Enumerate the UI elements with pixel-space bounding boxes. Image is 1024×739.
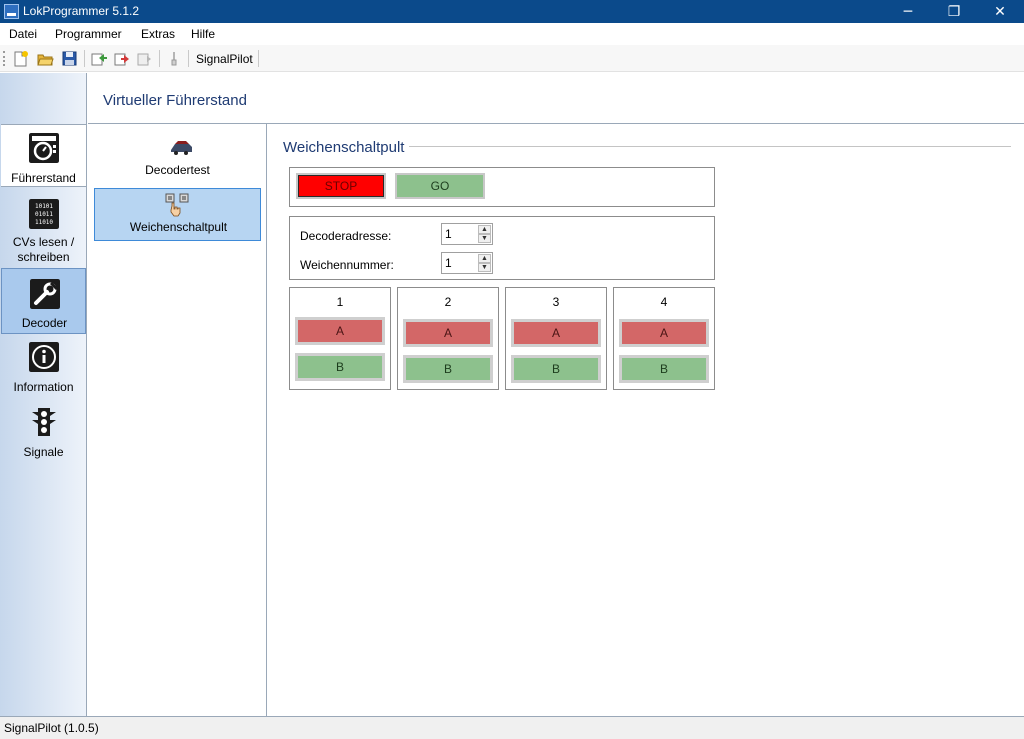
go-button[interactable]: GO (395, 173, 485, 199)
nav-label: Decoder (21, 316, 68, 330)
main-panel: Weichenschaltpult STOP GO Decoderadresse… (268, 124, 1024, 716)
decoder-address-label: Decoderadresse: (300, 229, 392, 243)
switch-number: 2 (444, 295, 452, 309)
title-bar: LokProgrammer 5.1.2 ─ ❐ ✕ (0, 0, 1024, 23)
page-header: Virtueller Führerstand (88, 73, 1024, 124)
sub-item-weichenschaltpult[interactable]: Weichenschaltpult (94, 188, 261, 241)
menu-extras[interactable]: Extras (141, 27, 175, 41)
app-logo-icon (4, 4, 19, 19)
switch-panel-3: 3 A B (505, 287, 607, 390)
section-title: Weichenschaltpult (283, 139, 410, 156)
switch-b-button[interactable]: B (619, 355, 709, 383)
info-icon (29, 342, 59, 372)
switch-number-value[interactable]: 1 (445, 256, 452, 270)
nav-item-decoder[interactable]: Decoder (1, 268, 86, 334)
stepper-up-icon[interactable]: ▲ (478, 254, 491, 263)
signalpilot-toolbar-button[interactable]: SignalPilot (196, 52, 253, 66)
switch-panel-2: 2 A B (397, 287, 499, 390)
status-text: SignalPilot (1.0.5) (4, 721, 99, 735)
switch-a-button[interactable]: A (295, 317, 385, 345)
switch-b-button[interactable]: B (511, 355, 601, 383)
switch-number-label: Weichennummer: (300, 258, 394, 272)
switch-a-button[interactable]: A (511, 319, 601, 347)
switch-number: 4 (660, 295, 668, 309)
nav-item-signale[interactable]: Signale (1, 400, 86, 464)
stepper-down-icon[interactable]: ▼ (478, 234, 491, 243)
wrench-icon (30, 279, 60, 309)
decoder-address-stepper[interactable]: 1 ▲ ▼ (441, 223, 493, 245)
nav-item-information[interactable]: Information (1, 335, 86, 399)
stepper-down-icon[interactable]: ▼ (478, 263, 491, 272)
toolbar-separator (84, 50, 85, 67)
nav-label: Information (13, 380, 74, 394)
toolbar-separator (159, 50, 160, 67)
page-title: Virtueller Führerstand (103, 92, 247, 109)
binary-icon: 10101 01011 11010 (29, 199, 59, 229)
svg-text:01011: 01011 (35, 211, 53, 218)
tool-icon[interactable] (165, 50, 182, 67)
sub-item-label: Decodertest (145, 163, 210, 177)
toolbar-grip[interactable] (3, 51, 5, 66)
nav-label: Signale (23, 445, 64, 459)
menu-programmer[interactable]: Programmer (55, 27, 122, 41)
close-button[interactable]: ✕ (977, 0, 1023, 23)
switch-a-button[interactable]: A (619, 319, 709, 347)
write-decoder-icon[interactable] (113, 50, 130, 67)
new-file-icon[interactable] (12, 50, 29, 67)
nav-label: Führerstand (11, 171, 76, 185)
address-panel: Decoderadresse: 1 ▲ ▼ Weichennummer: 1 ▲… (289, 216, 715, 280)
hand-switch-icon (165, 193, 189, 217)
switch-b-button[interactable]: B (403, 355, 493, 383)
sub-item-label: Weichenschaltpult (129, 220, 228, 234)
nav-item-cvs[interactable]: 10101 01011 11010 CVs lesen / schreiben (1, 187, 86, 267)
stop-go-panel: STOP GO (289, 167, 715, 207)
app-window: LokProgrammer 5.1.2 ─ ❐ ✕ Datei Programm… (0, 0, 1024, 739)
stepper-up-icon[interactable]: ▲ (478, 225, 491, 234)
minimize-button[interactable]: ─ (885, 0, 931, 23)
svg-text:10101: 10101 (35, 203, 53, 210)
speedometer-icon (29, 133, 59, 163)
toolbar-separator (188, 50, 189, 67)
save-icon[interactable] (61, 50, 78, 67)
locomotive-icon (171, 141, 192, 155)
switch-a-button[interactable]: A (403, 319, 493, 347)
traffic-light-icon (32, 408, 56, 436)
sound-icon[interactable] (136, 50, 153, 67)
switch-number-stepper[interactable]: 1 ▲ ▼ (441, 252, 493, 274)
switch-panel-4: 4 A B (613, 287, 715, 390)
stop-button[interactable]: STOP (296, 173, 386, 199)
switch-panel-1: 1 A B (289, 287, 391, 390)
menu-hilfe[interactable]: Hilfe (191, 27, 215, 41)
restore-button[interactable]: ❐ (931, 0, 977, 23)
nav-item-fuehrerstand[interactable]: Führerstand (1, 124, 86, 187)
toolbar: SignalPilot (0, 45, 1024, 72)
sub-nav: Decodertest Weichenschaltpult (88, 124, 267, 716)
switch-b-button[interactable]: B (295, 353, 385, 381)
open-folder-icon[interactable] (37, 50, 54, 67)
window-title: LokProgrammer 5.1.2 (23, 4, 140, 18)
switch-number: 1 (336, 295, 344, 309)
toolbar-separator (258, 50, 259, 67)
decoder-address-value[interactable]: 1 (445, 227, 452, 241)
nav-label: CVs lesen / schreiben (12, 235, 75, 264)
read-decoder-icon[interactable] (90, 50, 107, 67)
svg-text:11010: 11010 (35, 219, 53, 226)
switch-number: 3 (552, 295, 560, 309)
sub-item-decodertest[interactable]: Decodertest (94, 134, 261, 184)
status-bar: SignalPilot (1.0.5) (0, 716, 1024, 739)
left-nav: Führerstand 10101 01011 11010 CVs lesen … (0, 73, 87, 716)
menu-datei[interactable]: Datei (9, 27, 37, 41)
menu-bar: Datei Programmer Extras Hilfe (0, 23, 1024, 45)
